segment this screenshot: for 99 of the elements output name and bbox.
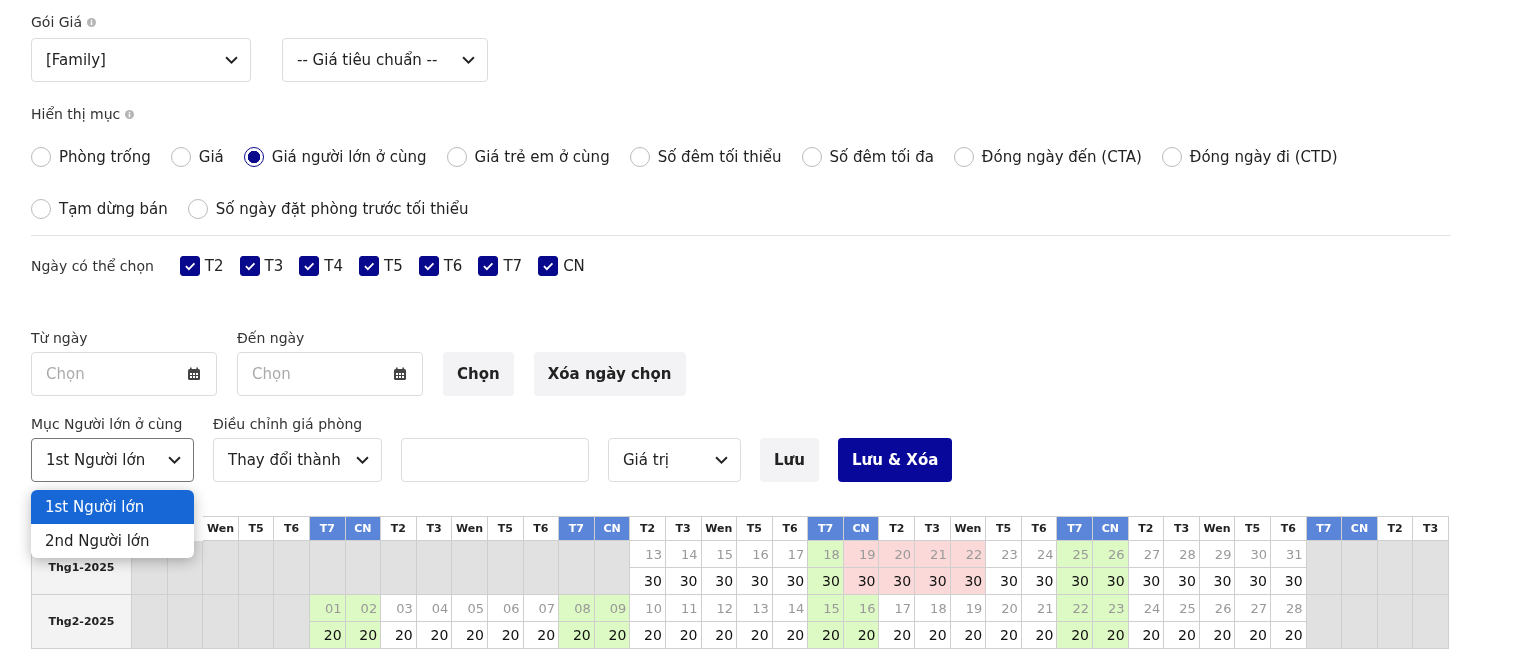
date-field[interactable]: Chọn (31, 352, 217, 396)
field-label: Gói Giá (31, 14, 83, 30)
info-icon (125, 109, 135, 119)
weekday-header: T6 (273, 516, 310, 541)
weekday-header: T7 (309, 516, 346, 541)
radio-button[interactable] (1161, 147, 1182, 167)
choose-button[interactable]: Chọn (443, 352, 514, 396)
weekday-header: T7 (1056, 516, 1093, 541)
save-button[interactable]: Lưu (760, 438, 819, 482)
adult-select[interactable]: 1st Người lớn (31, 438, 194, 482)
weekday-header: T2 (878, 516, 915, 541)
month-label: Thg2-2025 (31, 594, 132, 649)
weekday-header: T6 (772, 516, 808, 541)
weekday-header: T3 (1412, 516, 1449, 541)
chevron-down-icon (715, 455, 728, 465)
field-label: Ngày có thể chọn (31, 258, 154, 274)
weekday-header: T5 (1234, 516, 1271, 541)
weekday-header: Wen (202, 516, 239, 541)
weekday-header: CN (594, 516, 630, 541)
weekday-header: Wen (701, 516, 737, 541)
radio-button[interactable] (953, 147, 974, 167)
weekday-header: Wen (1199, 516, 1235, 541)
weekday-header: T5 (487, 516, 524, 541)
weekday-header: T2 (629, 516, 666, 541)
clear-dates-button[interactable]: Xóa ngày chọn (533, 352, 686, 396)
radio-label[interactable]: Số đêm tối đa (829, 148, 934, 166)
checkbox-label[interactable]: T7 (503, 257, 523, 275)
weekday-header: Wen (950, 516, 986, 541)
weekday-header: T7 (558, 516, 595, 541)
weekday-header: T3 (914, 516, 951, 541)
radio-label[interactable]: Đóng ngày đến (CTA) (981, 148, 1142, 166)
info-icon (87, 17, 97, 27)
weekday-header: CN (1341, 516, 1378, 541)
weekday-header: T3 (416, 516, 452, 541)
weekday-header: T7 (1306, 516, 1342, 541)
checkbox-label[interactable]: T4 (324, 257, 343, 275)
weekday-header: T3 (665, 516, 701, 541)
weekday-header: T2 (1128, 516, 1164, 541)
package-select[interactable]: [Family] (31, 38, 251, 82)
weekday-header: CN (1092, 516, 1129, 541)
field-label: Đến ngày (237, 330, 306, 346)
weekday-header: T5 (985, 516, 1022, 541)
checkbox[interactable] (359, 256, 379, 276)
radio-label[interactable]: Phòng trống (59, 148, 151, 166)
radio-button[interactable] (187, 199, 208, 219)
radio-button[interactable] (243, 147, 264, 167)
weekday-header: T6 (1270, 516, 1307, 541)
weekday-header: T6 (523, 516, 559, 541)
weekday-header: T3 (1163, 516, 1200, 541)
checkbox[interactable] (538, 256, 559, 276)
radio-button[interactable] (629, 147, 650, 167)
calendar-icon (393, 367, 407, 381)
chevron-down-icon (462, 55, 475, 65)
weekday-header: T2 (1377, 516, 1413, 541)
checkbox-label[interactable]: CN (563, 257, 585, 275)
chevron-down-icon (225, 55, 238, 65)
checkbox-label[interactable]: T5 (384, 257, 403, 275)
weekday-header: T7 (807, 516, 844, 541)
save-and-clear-button[interactable]: Lưu & Xóa (837, 438, 953, 482)
radio-button[interactable] (446, 147, 467, 167)
amount-field[interactable] (401, 438, 589, 482)
radio-label[interactable]: Tạm dừng bán (59, 200, 168, 218)
checkbox-label[interactable]: T2 (204, 257, 224, 275)
field-label: Điều chỉnh giá phòng (213, 416, 364, 432)
checkbox-label[interactable]: T6 (443, 257, 463, 275)
checkbox-label[interactable]: T3 (264, 257, 284, 275)
radio-label[interactable]: Giá người lớn ở cùng (271, 148, 427, 166)
radio-label[interactable]: Đóng ngày đi (CTD) (1189, 148, 1338, 166)
radio-button[interactable] (31, 199, 51, 219)
chevron-down-icon (168, 455, 181, 465)
field-label: Hiển thị mục (31, 106, 121, 122)
weekday-header: CN (843, 516, 879, 541)
weekday-header: T5 (736, 516, 773, 541)
radio-label[interactable]: Số ngày đặt phòng trước tối thiểu (215, 200, 469, 218)
checkbox[interactable] (299, 256, 320, 276)
adjust-mode-select[interactable]: Thay đổi thành (213, 438, 382, 482)
radio-label[interactable]: Số đêm tối thiểu (657, 148, 782, 166)
radio-button[interactable] (31, 147, 51, 167)
radio-button[interactable] (801, 147, 822, 167)
date-field[interactable]: Chọn (237, 352, 423, 396)
checkbox[interactable] (239, 256, 260, 276)
field-label: Mục Người lớn ở cùng (31, 416, 184, 432)
calendar-icon (187, 367, 201, 381)
weekday-header: T6 (1021, 516, 1057, 541)
rate-select[interactable]: -- Giá tiêu chuẩn -- (282, 38, 488, 82)
checkbox[interactable] (179, 256, 200, 276)
unit-select[interactable]: Giá trị (608, 438, 741, 482)
weekday-header: Wen (451, 516, 488, 541)
radio-label[interactable]: Giá trẻ em ở cùng (474, 148, 610, 166)
weekday-header: CN (345, 516, 381, 541)
checkbox[interactable] (418, 256, 439, 276)
radio-button[interactable] (170, 147, 191, 167)
radio-label[interactable]: Giá (198, 148, 224, 166)
field-label: Từ ngày (31, 330, 89, 346)
checkbox[interactable] (478, 256, 499, 276)
dropdown-option[interactable]: 1st Người lớn (31, 490, 194, 524)
chevron-down-icon (356, 455, 369, 465)
weekday-header: T5 (238, 516, 274, 541)
weekday-header: T2 (380, 516, 417, 541)
